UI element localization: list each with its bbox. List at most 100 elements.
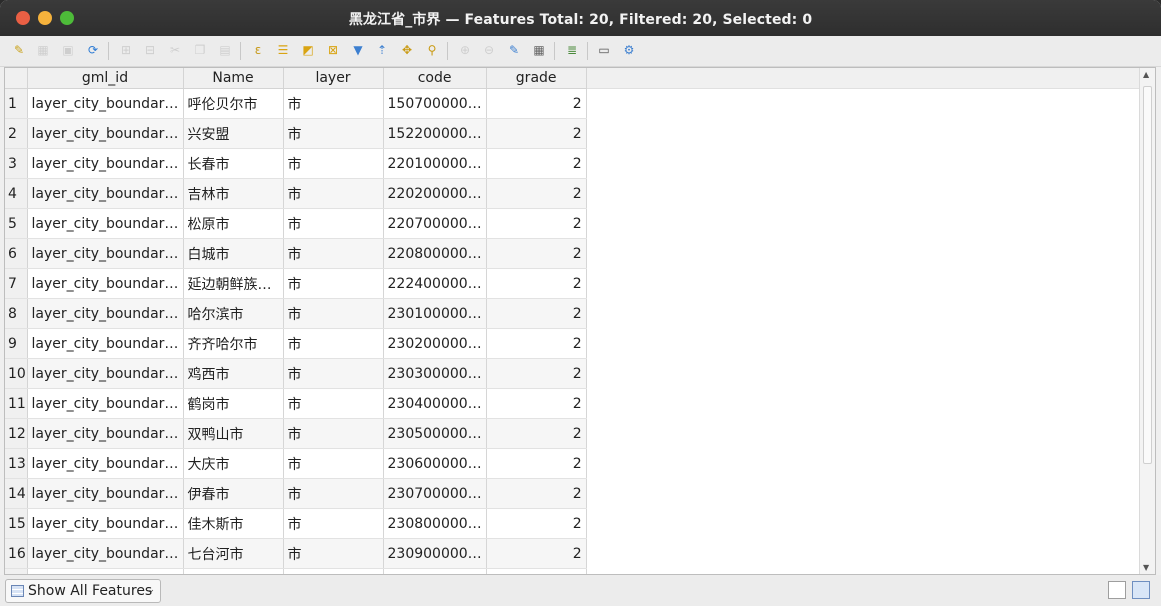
row-number-header[interactable]: 5 bbox=[5, 208, 28, 239]
column-header-grade[interactable]: grade bbox=[486, 68, 587, 89]
row-number-header[interactable]: 15 bbox=[5, 508, 28, 539]
row-number-header[interactable]: 1 bbox=[5, 88, 28, 119]
row-number-header[interactable]: 8 bbox=[5, 298, 28, 329]
cell-gml-id[interactable]: layer_city_boundar… bbox=[27, 328, 184, 359]
cell-grade[interactable]: 2 bbox=[486, 328, 587, 359]
dock-icon[interactable]: ▭ bbox=[595, 41, 613, 59]
cell-code[interactable]: 230100000… bbox=[383, 298, 487, 329]
cell-gml-id[interactable]: layer_city_boundar… bbox=[27, 88, 184, 119]
cell-grade[interactable]: 2 bbox=[486, 118, 587, 149]
cell-gml-id[interactable]: layer_city_boundar… bbox=[27, 448, 184, 479]
table-row[interactable]: 4 layer_city_boundar… 吉林市市 220200000… 2 bbox=[5, 178, 587, 209]
cell-code[interactable]: 230900000… bbox=[383, 538, 487, 569]
row-number-header[interactable]: 14 bbox=[5, 478, 28, 509]
filter-icon[interactable]: ▼ bbox=[349, 41, 367, 59]
table-row[interactable]: 12 layer_city_boundar… 双鸭山市市 230500000… 2 bbox=[5, 418, 587, 449]
table-row[interactable]: 16 layer_city_boundar… 七台河市市 230900000… 2 bbox=[5, 538, 587, 569]
cell-gml-id[interactable]: layer_city_boundar… bbox=[27, 358, 184, 389]
row-number-header[interactable]: 9 bbox=[5, 328, 28, 359]
pan-to-selection-icon[interactable]: ✥ bbox=[398, 41, 416, 59]
table-row[interactable]: 7 layer_city_boundar… 延边朝鲜族… 市 222400000… 2 bbox=[5, 268, 587, 299]
column-header-code[interactable]: code bbox=[383, 68, 487, 89]
row-number-header[interactable]: 4 bbox=[5, 178, 28, 209]
cell-layer[interactable]: 市 bbox=[283, 508, 384, 539]
cell-name[interactable]: 伊春市 bbox=[183, 478, 284, 509]
cell-code[interactable]: 230300000… bbox=[383, 358, 487, 389]
cell-name[interactable]: 七台河市 bbox=[183, 538, 284, 569]
select-all-icon[interactable]: ☰ bbox=[274, 41, 292, 59]
cell-grade[interactable]: 2 bbox=[486, 268, 587, 299]
cell-gml-id[interactable]: layer_city_boundar… bbox=[27, 538, 184, 569]
cell-name[interactable]: 双鸭山市 bbox=[183, 418, 284, 449]
cell-name[interactable]: 延边朝鲜族… bbox=[183, 268, 284, 299]
cell-code[interactable]: 230200000… bbox=[383, 328, 487, 359]
cell-gml-id[interactable]: layer_city_boundar… bbox=[27, 508, 184, 539]
row-number-header[interactable]: 6 bbox=[5, 238, 28, 269]
feature-filter-dropdown[interactable]: Show All Features ⌄ bbox=[5, 579, 161, 603]
row-number-header[interactable]: 16 bbox=[5, 538, 28, 569]
cell-code[interactable]: 220700000… bbox=[383, 208, 487, 239]
cell-gml-id[interactable]: layer_city_boundar… bbox=[27, 478, 184, 509]
cell-layer[interactable]: 市 bbox=[283, 298, 384, 329]
row-number-header[interactable]: 12 bbox=[5, 418, 28, 449]
scrollbar-thumb[interactable] bbox=[1143, 86, 1152, 464]
cell-grade[interactable]: 2 bbox=[486, 238, 587, 269]
cell-name[interactable]: 白城市 bbox=[183, 238, 284, 269]
table-view-button[interactable] bbox=[1132, 581, 1150, 599]
scroll-up-icon[interactable]: ▲ bbox=[1143, 70, 1149, 79]
cell-name[interactable]: 长春市 bbox=[183, 148, 284, 179]
cell-gml-id[interactable]: layer_city_boundar… bbox=[27, 388, 184, 419]
cell-code[interactable]: 230800000… bbox=[383, 508, 487, 539]
cell-gml-id[interactable]: layer_city_boundar… bbox=[27, 178, 184, 209]
cell-name[interactable]: 兴安盟 bbox=[183, 118, 284, 149]
table-row[interactable]: 10 layer_city_boundar… 鸡西市市 230300000… 2 bbox=[5, 358, 587, 389]
row-number-header[interactable]: 7 bbox=[5, 268, 28, 299]
table-row[interactable]: 6 layer_city_boundar… 白城市市 220800000… 2 bbox=[5, 238, 587, 269]
cell-layer[interactable]: 市 bbox=[283, 418, 384, 449]
table-row[interactable]: 15 layer_city_boundar… 佳木斯市市 230800000… 2 bbox=[5, 508, 587, 539]
cell-layer[interactable]: 市 bbox=[283, 208, 384, 239]
cell-gml-id[interactable]: layer_city_boundar… bbox=[27, 268, 184, 299]
cell-name[interactable]: 哈尔滨市 bbox=[183, 298, 284, 329]
table-row[interactable]: 2 layer_city_boundar… 兴安盟市 152200000… 2 bbox=[5, 118, 587, 149]
column-header-name[interactable]: Name bbox=[183, 68, 284, 89]
cell-code[interactable]: 222400000… bbox=[383, 268, 487, 299]
column-header-gml-id[interactable]: gml_id bbox=[27, 68, 184, 89]
vertical-scrollbar[interactable]: ▲ ▼ bbox=[1139, 68, 1155, 574]
cell-grade[interactable]: 2 bbox=[486, 208, 587, 239]
form-view-button[interactable] bbox=[1108, 581, 1126, 599]
cell-code[interactable]: 220200000… bbox=[383, 178, 487, 209]
cell-grade[interactable]: 2 bbox=[486, 478, 587, 509]
table-row[interactable]: 9 layer_city_boundar… 齐齐哈尔市市 230200000… 2 bbox=[5, 328, 587, 359]
cell-code[interactable]: 220800000… bbox=[383, 238, 487, 269]
cell-gml-id[interactable]: layer_city_boundar… bbox=[27, 238, 184, 269]
row-number-header[interactable]: 13 bbox=[5, 448, 28, 479]
row-number-header[interactable]: 10 bbox=[5, 358, 28, 389]
cell-code[interactable]: 230500000… bbox=[383, 418, 487, 449]
cell-name[interactable]: 松原市 bbox=[183, 208, 284, 239]
cell-name[interactable]: 佳木斯市 bbox=[183, 508, 284, 539]
scroll-down-icon[interactable]: ▼ bbox=[1143, 563, 1149, 572]
cell-grade[interactable]: 2 bbox=[486, 448, 587, 479]
table-row[interactable]: 8 layer_city_boundar… 哈尔滨市市 230100000… 2 bbox=[5, 298, 587, 329]
table-row[interactable]: 11 layer_city_boundar… 鹤岗市市 230400000… 2 bbox=[5, 388, 587, 419]
select-by-expression-icon[interactable]: ε bbox=[249, 41, 267, 59]
cell-gml-id[interactable]: layer_city_boundar… bbox=[27, 298, 184, 329]
cell-layer[interactable]: 市 bbox=[283, 178, 384, 209]
deselect-all-icon[interactable]: ⊠ bbox=[324, 41, 342, 59]
field-calculator-icon[interactable]: ▦ bbox=[530, 41, 548, 59]
table-row[interactable]: 1 layer_city_boundar… 呼伦贝尔市市 150700000… 2 bbox=[5, 88, 587, 119]
cell-layer[interactable]: 市 bbox=[283, 448, 384, 479]
table-row[interactable]: 13 layer_city_boundar… 大庆市市 230600000… 2 bbox=[5, 448, 587, 479]
table-row[interactable]: 14 layer_city_boundar… 伊春市市 230700000… 2 bbox=[5, 478, 587, 509]
table-row[interactable]: 3 layer_city_boundar… 长春市市 220100000… 2 bbox=[5, 148, 587, 179]
cell-gml-id[interactable]: layer_city_boundar… bbox=[27, 148, 184, 179]
cell-layer[interactable]: 市 bbox=[283, 268, 384, 299]
cell-grade[interactable]: 2 bbox=[486, 178, 587, 209]
cell-grade[interactable]: 2 bbox=[486, 148, 587, 179]
cell-name[interactable]: 呼伦贝尔市 bbox=[183, 88, 284, 119]
cell-grade[interactable]: 2 bbox=[486, 298, 587, 329]
cell-name[interactable]: 鹤岗市 bbox=[183, 388, 284, 419]
move-selection-to-top-icon[interactable]: ⇡ bbox=[373, 41, 391, 59]
cell-gml-id[interactable]: layer_city_boundar… bbox=[27, 418, 184, 449]
